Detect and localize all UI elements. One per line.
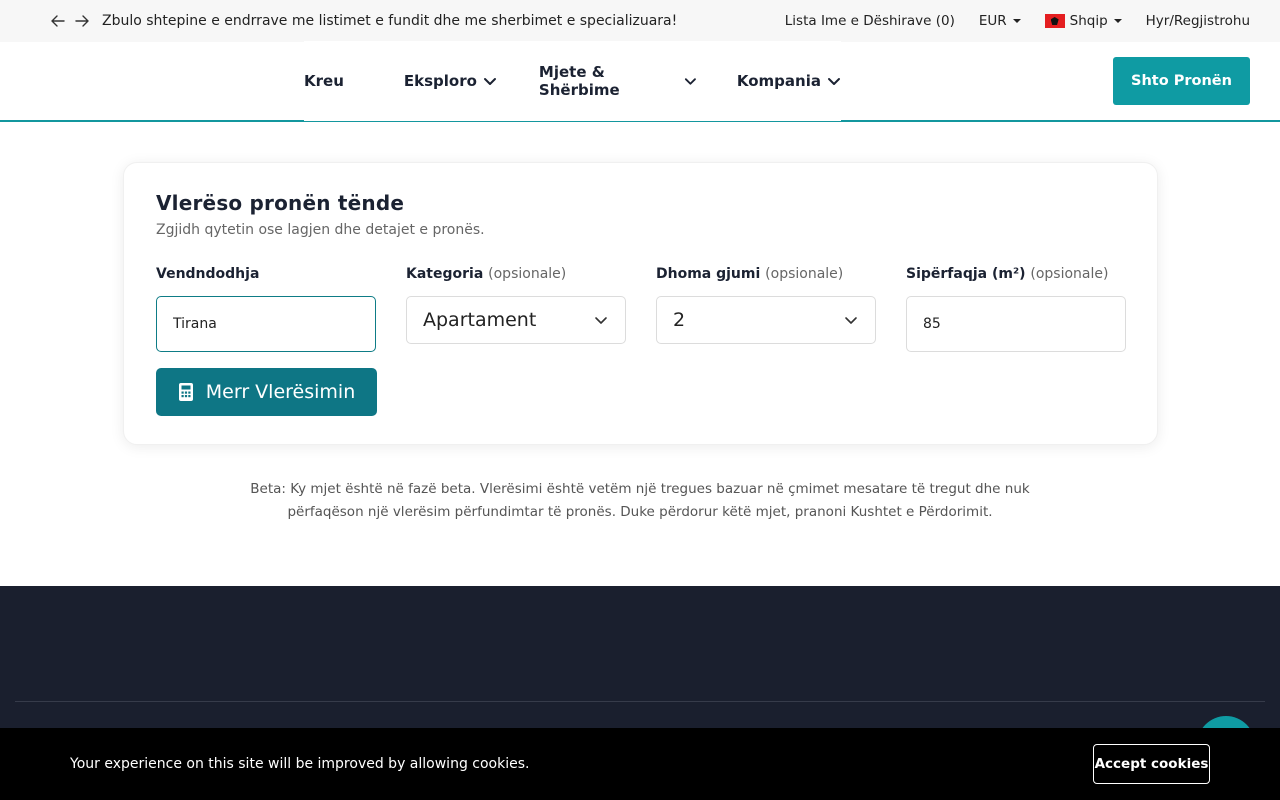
nav-item-tools-services[interactable]: Mjete & Shërbime (539, 63, 697, 99)
nav-item-label: Kompania (736, 72, 821, 90)
card-subtitle: Zgjidh qytetin ose lagjen dhe detajet e … (156, 222, 485, 238)
arrow-left-icon[interactable] (50, 13, 66, 29)
nav-item-label: Eksploro (403, 72, 477, 90)
beta-disclaimer: Beta: Ky mjet është në fazë beta. Vlerës… (250, 481, 1030, 520)
albania-flag-icon (1044, 14, 1065, 28)
footer-divider (15, 701, 1265, 702)
bedrooms-selected-value: 2 (673, 309, 686, 331)
cookie-consent-bar: Your experience on this site will be imp… (0, 728, 1280, 800)
optional-hint: (opsionale) (765, 266, 844, 282)
chevron-down-icon (595, 317, 607, 324)
currency-label: EUR (978, 13, 1007, 29)
chevron-down-icon (845, 317, 857, 324)
currency-dropdown[interactable]: EUR (979, 13, 1021, 29)
wishlist-link[interactable]: Lista Ime e Dëshirave (0) (785, 13, 955, 29)
area-label-text: Sipërfaqja (m²) (906, 266, 1026, 282)
valuation-card: Vlerëso pronën tënde Zgjidh qytetin ose … (123, 162, 1158, 445)
category-selected-value: Apartament (423, 309, 537, 331)
optional-hint: (opsionale) (488, 266, 567, 282)
nav-item-label: Kreu (304, 72, 344, 90)
add-property-button[interactable]: Shto Pronën (1113, 57, 1250, 105)
chevron-down-icon (684, 78, 696, 85)
chevron-down-icon (483, 78, 496, 85)
language-dropdown[interactable]: Shqip (1044, 13, 1122, 29)
nav-item-home[interactable]: Kreu (304, 72, 344, 90)
area-label: Sipërfaqja (m²) (opsionale) (906, 266, 1108, 282)
nav-item-explore[interactable]: Eksploro (404, 72, 497, 90)
category-select[interactable]: Apartament (406, 296, 626, 344)
nav-item-label: Mjete & Shërbime (538, 63, 620, 99)
category-label-text: Kategoria (406, 266, 484, 282)
calculator-icon (178, 383, 193, 401)
cookie-message: Your experience on this site will be imp… (70, 756, 530, 772)
bedrooms-label-text: Dhoma gjumi (656, 266, 761, 282)
caret-down-icon (1113, 19, 1122, 23)
location-label: Vendndodhja (156, 266, 259, 282)
top-utility-links: Lista Ime e Dëshirave (0) EUR Shqip Hyr/… (785, 13, 1250, 29)
optional-hint: (opsionale) (1030, 266, 1109, 282)
caret-down-icon (1012, 19, 1021, 23)
login-link[interactable]: Hyr/Regjistrohu (1146, 13, 1250, 29)
get-valuation-button[interactable]: Merr Vlerësimin (156, 368, 377, 416)
location-input[interactable] (156, 296, 376, 352)
arrow-right-icon[interactable] (74, 13, 90, 29)
bedrooms-select[interactable]: 2 (656, 296, 876, 344)
area-input[interactable] (906, 296, 1126, 352)
card-title: Vlerëso pronën tënde (156, 191, 405, 215)
main-navigation: Kreu Eksploro Mjete & Shërbime Kompania … (0, 41, 1280, 122)
accept-cookies-button[interactable]: Accept cookies (1093, 744, 1210, 784)
nav-item-company[interactable]: Kompania (737, 72, 841, 90)
language-label: Shqip (1069, 13, 1108, 29)
chevron-down-icon (828, 78, 840, 85)
top-announcement-bar: Zbulo shtepine e endrrave me listimet e … (0, 0, 1280, 42)
location-label-text: Vendndodhja (156, 266, 260, 282)
announcement-text: Zbulo shtepine e endrrave me listimet e … (102, 13, 678, 29)
bedrooms-label: Dhoma gjumi (opsionale) (656, 266, 843, 282)
category-label: Kategoria (opsionale) (406, 266, 566, 282)
get-valuation-label: Merr Vlerësimin (205, 381, 356, 403)
announcement-group: Zbulo shtepine e endrrave me listimet e … (50, 13, 677, 29)
nav-menu: Kreu Eksploro Mjete & Shërbime Kompania (304, 41, 841, 121)
